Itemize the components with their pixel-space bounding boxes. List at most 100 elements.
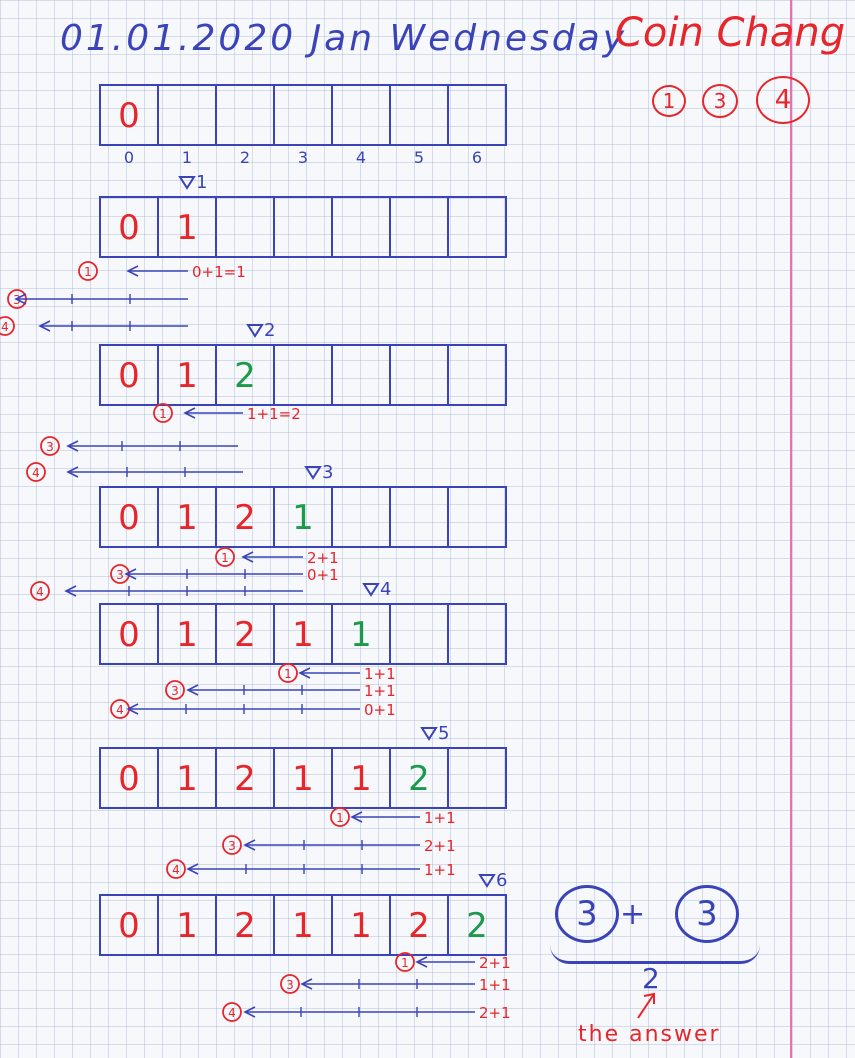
dp-cell-value: 1 bbox=[292, 498, 314, 538]
pointer-marker-icon bbox=[478, 874, 496, 888]
arrow-note-text: 1+1 bbox=[364, 682, 396, 700]
arrow-note: 1 1+1 bbox=[278, 663, 396, 683]
coin-marker-label: 3 bbox=[46, 440, 54, 454]
dp-cell-value: 0 bbox=[118, 615, 140, 655]
pointer-marker-icon bbox=[246, 324, 264, 338]
coin-marker-label: 1 bbox=[401, 956, 409, 970]
arrow-note: 4 bbox=[30, 581, 303, 601]
coin-marker-label: 4 bbox=[1, 320, 9, 334]
dp-cell-value: 0 bbox=[118, 906, 140, 946]
dp-cell bbox=[273, 84, 333, 146]
index-label: 3 bbox=[298, 148, 308, 167]
arrow-note-text: 1+1 bbox=[424, 861, 456, 879]
dp-table-row: 0 1 2 1 1 25 bbox=[99, 723, 507, 809]
dp-cell-value: 1 bbox=[292, 906, 314, 946]
dp-cell bbox=[389, 486, 449, 548]
dp-cell bbox=[447, 84, 507, 146]
coin-marker-label: 3 bbox=[286, 978, 294, 992]
coin-marker-label: 1 bbox=[336, 811, 344, 825]
index-label: 0 bbox=[124, 148, 134, 167]
coin-marker-label: 4 bbox=[32, 466, 40, 480]
arrow-note-text: 1+1 bbox=[479, 976, 511, 994]
dp-cell bbox=[447, 603, 507, 665]
pointer-marker-label: 3 bbox=[322, 462, 333, 483]
coin-marker-label: 3 bbox=[228, 839, 236, 853]
arrow-note-text: 1+1=2 bbox=[247, 405, 301, 423]
dp-cell bbox=[447, 196, 507, 258]
pointer-marker-icon bbox=[420, 727, 438, 741]
dp-cell-value: 1 bbox=[350, 906, 372, 946]
dp-cell bbox=[447, 747, 507, 809]
arrow-note: 4 0+1 bbox=[110, 699, 396, 719]
dp-cell-value: 2 bbox=[234, 498, 256, 538]
answer-arrow-icon bbox=[632, 990, 662, 1020]
coin-marker-label: 1 bbox=[84, 265, 92, 279]
arrow-note-text: 2+1 bbox=[479, 954, 511, 972]
dp-cell bbox=[331, 486, 391, 548]
arrow-note-text: 2+1 bbox=[307, 549, 339, 567]
index-label: 1 bbox=[182, 148, 192, 167]
dp-cell bbox=[447, 486, 507, 548]
arrow-note-text: 2+1 bbox=[424, 837, 456, 855]
arrow-note-text: 0+1=1 bbox=[192, 263, 246, 281]
pointer-marker-icon bbox=[178, 176, 196, 190]
coin-marker-label: 4 bbox=[36, 585, 44, 599]
dp-cell-value: 1 bbox=[176, 208, 198, 248]
arrow-note: 4 1+1 bbox=[166, 859, 456, 879]
index-label: 4 bbox=[356, 148, 366, 167]
arrow-note-text: 0+1 bbox=[364, 701, 396, 719]
arrow-note: 1 2+1 bbox=[215, 547, 339, 567]
dp-cell-value: 2 bbox=[234, 615, 256, 655]
dp-cell-value: 1 bbox=[292, 759, 314, 799]
arrow-note: 1 0+1=1 bbox=[78, 261, 246, 281]
coin-marker-label: 1 bbox=[284, 667, 292, 681]
index-label: 2 bbox=[240, 148, 250, 167]
coin-3-left: 3 bbox=[555, 885, 619, 943]
dp-cell-value: 2 bbox=[234, 759, 256, 799]
dp-cell-value: 2 bbox=[466, 906, 488, 946]
dp-cell bbox=[215, 196, 275, 258]
arrow-note: 3 bbox=[40, 436, 238, 456]
dp-cell-value: 1 bbox=[292, 615, 314, 655]
dp-cell-value: 1 bbox=[176, 356, 198, 396]
dp-cell bbox=[389, 196, 449, 258]
dp-cell-value: 2 bbox=[408, 759, 430, 799]
dp-cell bbox=[389, 344, 449, 406]
arrow-note: 3 bbox=[7, 289, 188, 309]
dp-cell bbox=[273, 344, 333, 406]
arrow-note: 3 2+1 bbox=[222, 835, 456, 855]
dp-cell-value: 0 bbox=[118, 96, 140, 136]
index-label: 5 bbox=[414, 148, 424, 167]
pointer-marker-label: 2 bbox=[264, 320, 275, 341]
dp-cell bbox=[157, 84, 217, 146]
arrow-note: 4 2+1 bbox=[222, 1002, 511, 1022]
arrow-note: 1 1+1 bbox=[330, 807, 456, 827]
dp-cell-value: 2 bbox=[234, 906, 256, 946]
pointer-marker-icon bbox=[362, 583, 380, 597]
coin-marker-label: 3 bbox=[116, 568, 124, 582]
arrow-note-text: 2+1 bbox=[479, 1004, 511, 1022]
dp-cell bbox=[447, 344, 507, 406]
coin-marker-label: 4 bbox=[116, 703, 124, 717]
dp-table-row: 0 11 bbox=[99, 172, 507, 258]
answer-label: the answer bbox=[578, 1022, 721, 1047]
dp-cell-value: 1 bbox=[176, 498, 198, 538]
dp-cell-value: 1 bbox=[176, 906, 198, 946]
coin-marker-label: 4 bbox=[228, 1006, 236, 1020]
index-label: 6 bbox=[472, 148, 482, 167]
coin-marker-label: 1 bbox=[221, 551, 229, 565]
dp-cell bbox=[331, 84, 391, 146]
dp-cell bbox=[273, 196, 333, 258]
arrow-note: 4 bbox=[0, 316, 188, 336]
pointer-marker-icon bbox=[304, 466, 322, 480]
arrow-note: 3 0+1 bbox=[110, 564, 339, 584]
dp-cell-value: 2 bbox=[234, 356, 256, 396]
dp-cell-value: 0 bbox=[118, 208, 140, 248]
plus-sign: + bbox=[620, 897, 646, 932]
arrow-note-text: 0+1 bbox=[307, 566, 339, 584]
pointer-marker-label: 4 bbox=[380, 579, 391, 600]
arrow-note: 3 1+1 bbox=[165, 680, 396, 700]
coin-marker-label: 3 bbox=[171, 684, 179, 698]
dp-table-row: 0 1 2 1 1 2 26 bbox=[99, 870, 507, 956]
dp-cell-value: 2 bbox=[408, 906, 430, 946]
